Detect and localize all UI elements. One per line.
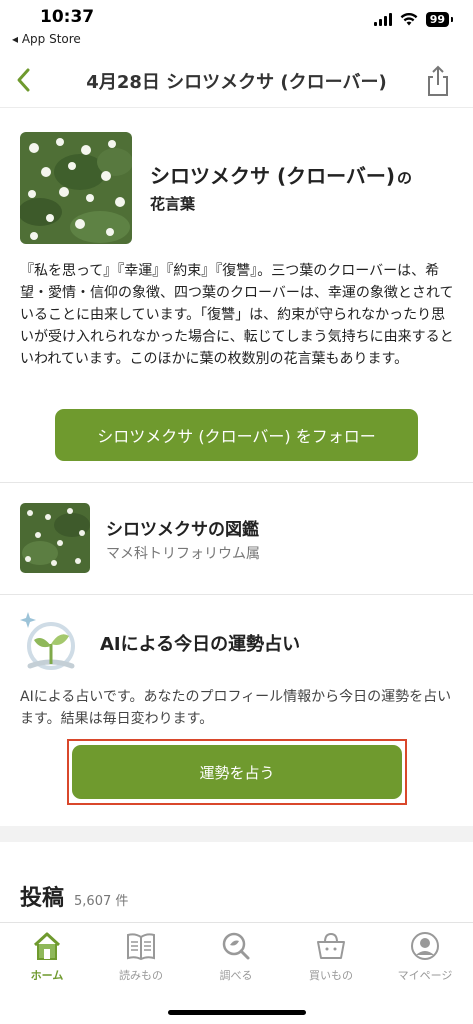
- encyclopedia-link[interactable]: シロツメクサの図鑑 マメ科トリフォリウム属: [0, 484, 473, 594]
- person-icon: [411, 932, 439, 960]
- tab-mypage[interactable]: マイページ: [380, 931, 470, 991]
- battery-icon: 99: [425, 12, 454, 27]
- divider: [0, 482, 473, 483]
- follow-button[interactable]: シロツメクサ (クローバー) をフォロー: [55, 409, 418, 461]
- flower-name-suffix: の: [397, 169, 413, 187]
- flower-heading: シロツメクサ (クローバー) の 花言葉: [150, 160, 450, 214]
- posts-count: 5,607 件: [74, 894, 129, 909]
- signal-icon: [373, 13, 392, 26]
- fortune-button[interactable]: 運勢を占う: [72, 745, 402, 799]
- ai-fortune-section: AIによる今日の運勢占い AIによる占いです。あなたのプロフィール情報から今日の…: [0, 596, 473, 824]
- ai-fortune-description: AIによる占いです。あなたのプロフィール情報から今日の運勢を占います。結果は毎日…: [20, 689, 452, 727]
- tab-search[interactable]: 調べる: [191, 931, 281, 991]
- home-icon: [33, 932, 61, 960]
- posts-title: 投稿: [20, 886, 65, 911]
- search-leaf-icon: [222, 932, 250, 960]
- tab-reading[interactable]: 読みもの: [96, 931, 186, 991]
- nav-bar: 4月28日 シロツメクサ (クローバー): [0, 52, 473, 108]
- back-to-app-store-link[interactable]: ◂ App Store: [12, 32, 81, 46]
- clover-photo: [20, 132, 132, 244]
- book-icon: [127, 933, 155, 961]
- back-app-label: App Store: [21, 32, 81, 46]
- flower-description: 『私を思って』『幸運』『約束』『復讐』。三つ葉のクローバーは、希望・愛情・信仰の…: [20, 263, 454, 367]
- tab-bar: ホーム 読みもの 調べる 買いもの マイページ: [0, 922, 473, 1024]
- encyclopedia-family: マメ科トリフォリウム属: [106, 546, 260, 562]
- status-bar: 10:37 ◂ App Store 99: [0, 0, 473, 52]
- divider: [0, 594, 473, 595]
- home-indicator: [168, 1010, 306, 1015]
- wifi-icon: [400, 13, 418, 26]
- status-time: 10:37: [40, 7, 95, 27]
- flower-subtitle: 花言葉: [150, 195, 196, 213]
- encyclopedia-title: シロツメクサの図鑑: [106, 520, 259, 540]
- tab-label-search: 調べる: [219, 969, 253, 982]
- encyclopedia-photo: [20, 503, 90, 573]
- flower-name: シロツメクサ (クローバー): [150, 164, 396, 188]
- share-icon[interactable]: [423, 64, 453, 98]
- ai-fortune-title: AIによる今日の運勢占い: [100, 634, 301, 655]
- tab-label-home: ホーム: [30, 969, 64, 982]
- section-spacer: [0, 826, 473, 842]
- tab-shopping[interactable]: 買いもの: [286, 931, 376, 991]
- tab-label-shopping: 買いもの: [309, 969, 353, 982]
- tab-label-mypage: マイページ: [397, 969, 453, 982]
- posts-header: 投稿 5,607 件: [20, 880, 128, 912]
- page-title: 4月28日 シロツメクサ (クローバー): [86, 72, 387, 93]
- ai-sprout-icon: [18, 608, 84, 674]
- flower-language-section: シロツメクサ (クローバー) の 花言葉 『私を思って』『幸運』『約束』『復讐』。…: [0, 108, 473, 478]
- tab-label-reading: 読みもの: [119, 969, 163, 982]
- status-icons: 99: [373, 12, 454, 27]
- shopping-basket-icon: [317, 932, 345, 959]
- chevron-left-icon[interactable]: [10, 64, 40, 96]
- tab-home[interactable]: ホーム: [2, 931, 92, 991]
